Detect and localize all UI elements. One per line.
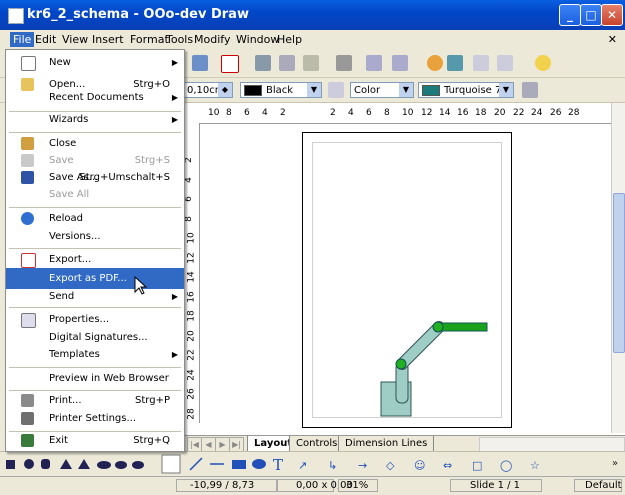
page-tabs-bar: |◀ ◀ ▶ ▶| Layout Controls Dimension Line… (183, 435, 625, 452)
menu-item-templates[interactable]: Templates ▶ (6, 344, 184, 365)
robot-arm[interactable] (397, 322, 444, 369)
torus-icon[interactable] (97, 461, 111, 469)
submenu-arrow-icon: ▶ (171, 115, 178, 124)
menu-item-save-all[interactable]: Save All (6, 184, 184, 205)
cone-icon[interactable] (60, 459, 72, 469)
prev-tab-icon[interactable]: ◀ (201, 437, 216, 452)
line-icon[interactable] (189, 457, 203, 471)
curve-icon[interactable]: ↗ (298, 459, 307, 472)
horizontal-scrollbar[interactable] (479, 437, 625, 452)
robot-gripper[interactable] (439, 322, 488, 332)
export-icon (21, 253, 36, 268)
cube-icon[interactable] (6, 460, 15, 469)
half-sphere-icon[interactable] (132, 461, 144, 469)
text-icon[interactable]: T (273, 456, 283, 474)
menu-item-export[interactable]: Export... (6, 249, 184, 270)
exit-icon (21, 434, 34, 447)
tab-controls[interactable]: Controls (289, 436, 345, 452)
next-tab-icon[interactable]: ▶ (215, 437, 230, 452)
menu-item-exit[interactable]: Exit Strg+Q (6, 430, 184, 451)
sphere-icon[interactable] (24, 459, 34, 469)
shell-icon[interactable] (115, 461, 127, 469)
reload-icon (21, 212, 34, 225)
cylinder-icon[interactable] (41, 459, 50, 469)
callouts-icon[interactable]: ◯ (500, 459, 512, 472)
menu-item-wizards[interactable]: Wizards ▶ (6, 109, 184, 130)
menu-item-versions[interactable]: Versions... (6, 226, 184, 247)
last-tab-icon[interactable]: ▶| (229, 437, 244, 452)
basic-shapes-icon[interactable]: ◇ (386, 459, 395, 472)
rectangle-icon[interactable] (232, 460, 246, 469)
new-document-icon (21, 56, 36, 71)
select-icon[interactable] (161, 454, 181, 474)
status-layout: Default (585, 480, 622, 491)
flowchart-icon[interactable]: □ (472, 459, 482, 472)
toolbar-overflow-icon[interactable]: » (612, 458, 618, 469)
close-document-icon (21, 137, 34, 150)
submenu-arrow-icon: ▶ (171, 93, 178, 102)
submenu-arrow-icon: ▶ (171, 292, 178, 301)
tab-dimension-lines[interactable]: Dimension Lines (338, 436, 435, 452)
status-slide: Slide 1 / 1 (470, 480, 521, 491)
save-as-icon (21, 171, 34, 184)
submenu-arrow-icon: ▶ (171, 350, 178, 359)
status-bar: -10,99 / 8,73 0,00 x 0,00 31% Slide 1 / … (0, 476, 625, 495)
printer-settings-icon (21, 412, 34, 425)
stars-icon[interactable]: ☆ (530, 459, 540, 472)
menu-item-send[interactable]: Send ▶ (6, 286, 184, 307)
lines-arrows-icon[interactable]: → (358, 459, 367, 472)
file-menu-dropdown: New ▶ Open... Strg+O Recent Documents ▶ Wiz… (5, 49, 185, 452)
properties-icon (21, 313, 36, 328)
symbol-shapes-icon[interactable]: ☺ (414, 459, 425, 472)
submenu-arrow-icon: ▶ (171, 58, 178, 67)
drawing-toolbar: T ↗ ↳ → ◇ ☺ ⇔ □ ◯ ☆ » (0, 451, 625, 477)
block-arrows-icon[interactable]: ⇔ (443, 459, 452, 472)
menu-item-new[interactable]: New ▶ (6, 52, 184, 73)
menu-separator (9, 307, 181, 308)
menu-item-preview-web[interactable]: Preview in Web Browser (6, 368, 184, 389)
status-position: -10,99 / 8,73 (190, 480, 255, 491)
connector-icon[interactable]: ↳ (328, 459, 337, 472)
first-tab-icon[interactable]: |◀ (187, 437, 202, 452)
save-icon (21, 154, 34, 167)
status-zoom[interactable]: 31% (346, 480, 368, 491)
robot-joint-2[interactable] (432, 321, 444, 333)
print-icon (21, 394, 34, 407)
ellipse-icon[interactable] (252, 459, 266, 469)
menu-item-printer-settings[interactable]: Printer Settings... (6, 408, 184, 429)
mouse-cursor-icon (134, 276, 148, 295)
robot-joint-1[interactable] (395, 358, 407, 370)
menu-item-recent-documents[interactable]: Recent Documents ▶ (6, 87, 184, 108)
pyramid-icon[interactable] (78, 459, 90, 469)
